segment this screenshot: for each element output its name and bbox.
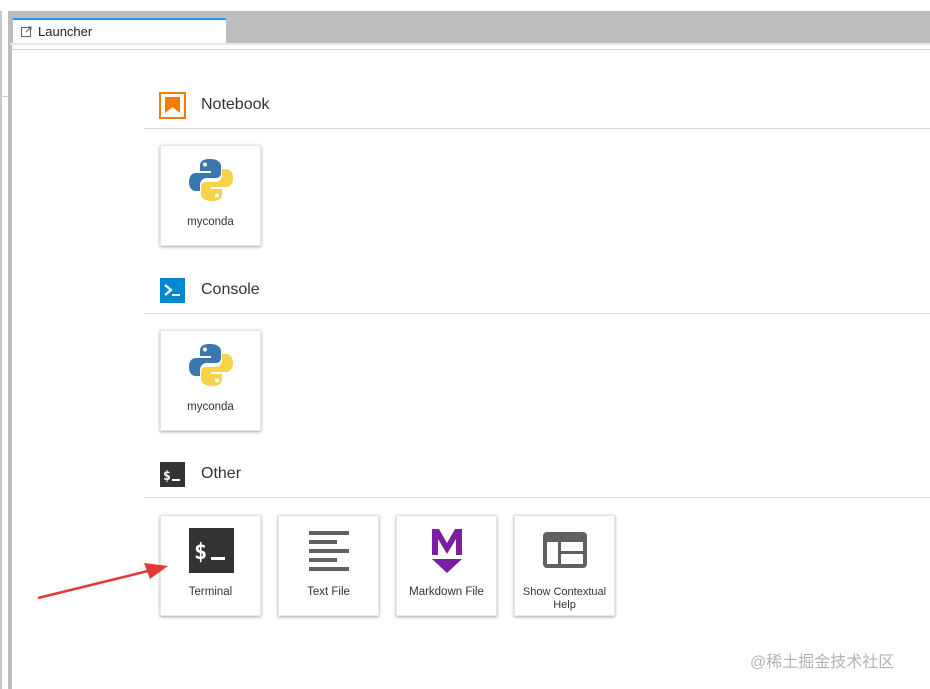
left-rail-edge xyxy=(0,11,2,689)
console-icon xyxy=(160,278,185,303)
card-label: Show Contextual Help xyxy=(522,586,607,611)
section-header-console: Console xyxy=(144,277,930,314)
card-notebook-myconda[interactable]: myconda xyxy=(160,145,261,246)
top-strip xyxy=(0,0,930,11)
tab-label: Launcher xyxy=(38,24,93,39)
svg-text:$: $ xyxy=(163,469,171,484)
left-rail xyxy=(0,11,12,689)
python-icon xyxy=(189,344,233,386)
section-title-console: Console xyxy=(201,281,260,298)
watermark: @稀土掘金技术社区 xyxy=(750,654,895,671)
red-arrow-icon xyxy=(37,563,168,600)
card-text-file[interactable]: Text File xyxy=(278,515,379,616)
card-show-contextual-help[interactable]: Show Contextual Help xyxy=(514,515,615,616)
markdown-icon xyxy=(432,529,462,573)
text-file-icon xyxy=(309,531,349,571)
section-title-notebook: Notebook xyxy=(201,96,270,113)
terminal-icon: $ xyxy=(189,528,234,573)
card-console-myconda[interactable]: myconda xyxy=(160,330,261,431)
panel-border xyxy=(10,49,930,50)
section-divider xyxy=(144,313,930,314)
section-divider xyxy=(144,497,930,498)
section-title-other: Other xyxy=(201,465,242,482)
tab-launcher[interactable]: Launcher xyxy=(13,18,226,43)
launcher-icon xyxy=(21,26,32,37)
tab-underline xyxy=(10,43,930,45)
terminal-icon: $ xyxy=(160,462,185,487)
card-label: myconda xyxy=(187,401,234,413)
section-header-other: $ Other xyxy=(144,461,930,498)
svg-text:$: $ xyxy=(194,540,207,565)
card-markdown-file[interactable]: Markdown File xyxy=(396,515,497,616)
card-label: myconda xyxy=(187,216,234,228)
card-label: Terminal xyxy=(188,586,233,598)
tab-bar: Launcher xyxy=(10,11,930,43)
python-icon xyxy=(189,159,233,201)
section-divider xyxy=(144,128,930,129)
card-label: Markdown File xyxy=(409,586,484,598)
notebook-icon xyxy=(159,92,186,119)
contextual-help-icon xyxy=(543,532,587,568)
left-rail-scrollbar[interactable] xyxy=(8,11,12,689)
card-label: Text File xyxy=(307,586,350,598)
section-header-notebook: Notebook xyxy=(144,92,930,129)
card-terminal[interactable]: $ Terminal xyxy=(160,515,261,616)
